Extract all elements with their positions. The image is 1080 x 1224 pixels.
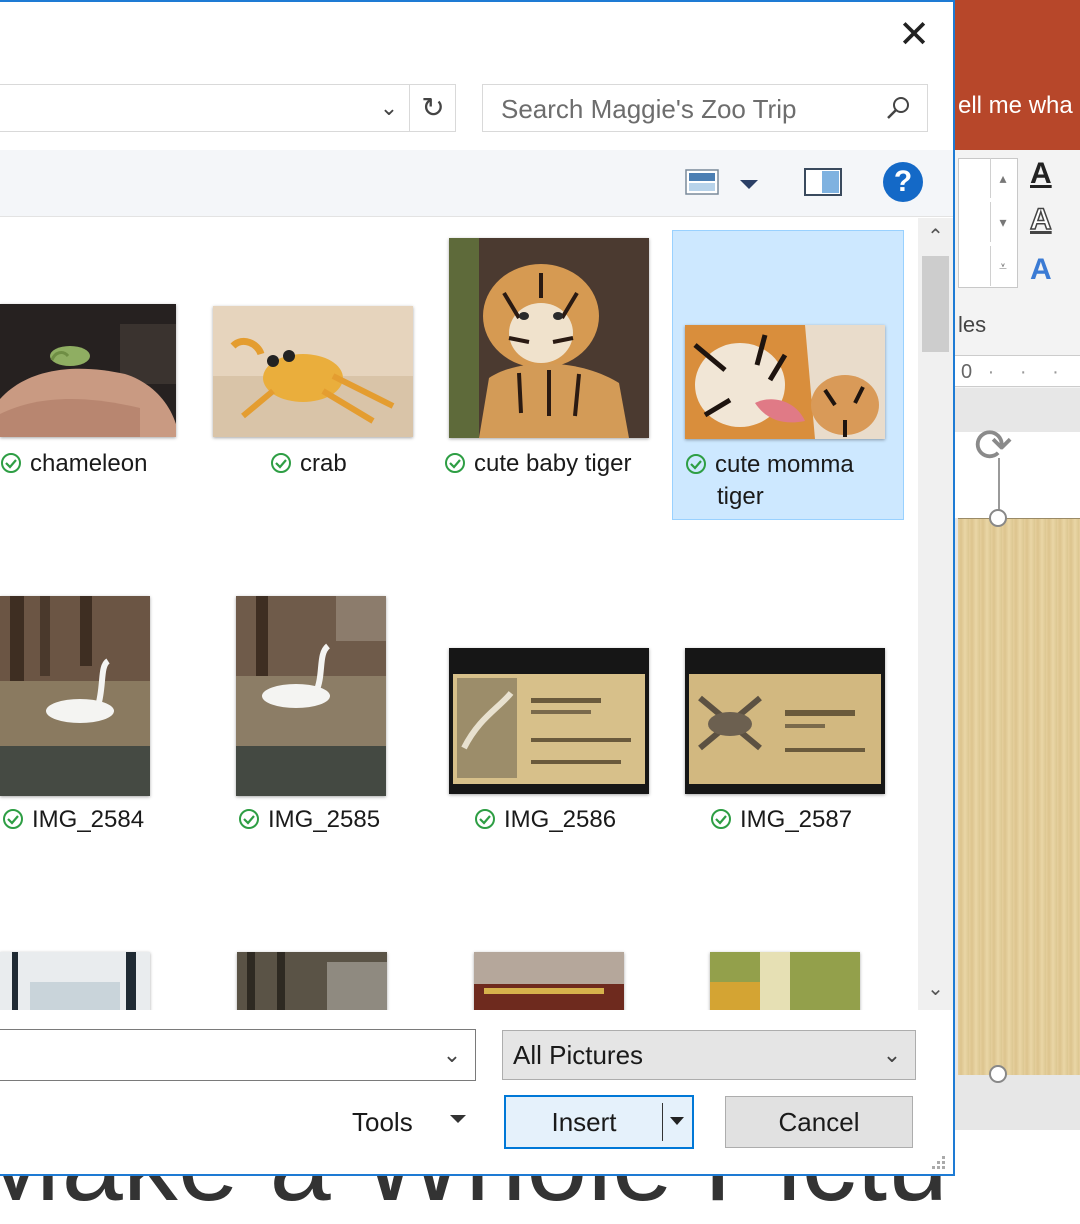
gallery-more-icon[interactable]: ⩡ <box>990 246 1015 286</box>
thumbnail-crab <box>213 306 413 437</box>
thumbnail-partial-4[interactable] <box>710 952 860 1010</box>
insert-button[interactable]: Insert <box>506 1097 662 1147</box>
view-options-dropdown-icon[interactable] <box>736 174 762 194</box>
text-outline-icon[interactable]: A <box>1029 200 1080 240</box>
file-name-line1: cute momma <box>715 451 854 478</box>
thumbnail-img-2584 <box>0 596 150 796</box>
file-type-select[interactable]: All Pictures ⌄ <box>502 1030 916 1080</box>
sync-available-icon <box>3 809 23 829</box>
file-type-selected-value: All Pictures <box>513 1040 644 1070</box>
file-tile-img-2586[interactable]: IMG_2586 <box>440 588 658 848</box>
file-tile-cute-momma-tiger[interactable]: cute momma tiger <box>672 230 904 520</box>
file-name-line2: tiger <box>717 483 764 510</box>
file-tile-img-2585[interactable]: IMG_2585 <box>228 588 428 848</box>
file-label: IMG_2586 <box>474 806 616 834</box>
chevron-down-icon: ⌄ <box>882 1042 902 1067</box>
resize-grip-icon[interactable] <box>928 1152 948 1172</box>
thumbnail-partial-1[interactable] <box>0 952 150 1010</box>
powerpoint-title-bar <box>955 0 1080 150</box>
search-icon[interactable] <box>883 93 913 123</box>
file-name: IMG_2585 <box>268 806 381 833</box>
close-button[interactable]: ✕ <box>893 14 935 56</box>
file-tile-chameleon[interactable]: chameleon <box>0 218 190 518</box>
text-fill-icon[interactable]: A <box>1030 154 1080 194</box>
tell-me-search-text[interactable]: ell me wha <box>958 92 1080 120</box>
file-name: IMG_2584 <box>32 806 145 833</box>
file-label: IMG_2587 <box>710 806 852 834</box>
sync-available-icon <box>686 454 706 474</box>
tools-menu-button[interactable]: Tools <box>342 1097 482 1147</box>
refresh-button[interactable]: ↻ <box>409 85 456 131</box>
change-view-icon[interactable] <box>684 166 722 198</box>
address-bar[interactable]: ⌄ ↻ <box>0 84 456 132</box>
file-tile-img-2584[interactable]: IMG_2584 <box>0 588 190 848</box>
rotate-handle-icon[interactable]: ⟳ <box>974 420 1024 470</box>
sync-available-icon <box>475 809 495 829</box>
thumbnail-chameleon <box>0 304 176 437</box>
file-label: IMG_2584 <box>2 806 144 834</box>
file-name: chameleon <box>30 450 148 477</box>
file-label: chameleon <box>0 450 147 478</box>
file-label: cute baby tiger <box>444 450 631 478</box>
file-label: cute momma <box>685 451 854 479</box>
file-tile-crab[interactable]: crab <box>212 218 414 518</box>
sync-available-icon <box>271 453 291 473</box>
sync-available-icon <box>239 809 259 829</box>
file-label: crab <box>270 450 347 478</box>
text-effects-icon[interactable]: A <box>1030 250 1080 290</box>
wordart-styles-group-label: les <box>958 312 987 337</box>
scrollbar-thumb[interactable] <box>922 256 949 352</box>
thumbnail-cute-baby-tiger <box>449 238 649 438</box>
file-label: IMG_2585 <box>238 806 380 834</box>
gallery-scroll-up-icon[interactable]: ▴ <box>990 158 1015 198</box>
sync-available-icon <box>1 453 21 473</box>
sync-available-icon <box>711 809 731 829</box>
file-name-history-chevron-icon[interactable]: ⌄ <box>437 1030 467 1080</box>
file-name: IMG_2586 <box>504 806 617 833</box>
file-tile-img-2587[interactable]: IMG_2587 <box>672 588 904 848</box>
file-name: IMG_2587 <box>740 806 853 833</box>
picture-resize-handle-bottom[interactable] <box>989 1065 1007 1083</box>
gallery-scroll-down-icon[interactable]: ▾ <box>990 202 1015 242</box>
ruler-zero-label: 0 <box>961 361 973 383</box>
file-list[interactable]: chameleon crab cute baby tiger cute momm… <box>0 218 918 1010</box>
address-history-dropdown-icon[interactable]: ⌄ <box>369 85 409 131</box>
search-input[interactable] <box>483 85 883 133</box>
thumbnail-img-2585 <box>236 596 386 796</box>
scroll-down-icon[interactable]: ⌄ <box>918 974 953 1004</box>
tools-dropdown-icon <box>450 1115 466 1123</box>
file-name: crab <box>300 450 347 477</box>
insert-options-dropdown-icon[interactable] <box>670 1117 684 1125</box>
sync-available-icon <box>445 453 465 473</box>
file-name-input[interactable]: ⌄ <box>0 1029 476 1081</box>
split-divider <box>662 1103 663 1141</box>
tools-label: Tools <box>352 1107 413 1137</box>
thumbnail-img-2586 <box>449 648 649 794</box>
scroll-up-icon[interactable]: ⌃ <box>918 222 953 252</box>
thumbnail-img-2587 <box>685 648 885 794</box>
slide-picture-papyrus[interactable] <box>958 518 1080 1075</box>
insert-split-button[interactable]: Insert <box>504 1095 694 1149</box>
file-tile-cute-baby-tiger[interactable]: cute baby tiger <box>440 218 658 518</box>
picture-resize-handle-top[interactable] <box>989 509 1007 527</box>
preview-pane-icon[interactable] <box>802 164 844 200</box>
vertical-scrollbar[interactable]: ⌃ ⌄ <box>918 218 953 1010</box>
horizontal-ruler: 0 · · · · <box>955 355 1080 415</box>
thumbnail-cute-momma-tiger <box>685 325 885 439</box>
thumbnail-partial-3[interactable] <box>474 952 624 1010</box>
cancel-button[interactable]: Cancel <box>725 1096 913 1148</box>
help-button[interactable]: ? <box>883 162 923 202</box>
thumbnail-partial-2[interactable] <box>237 952 387 1010</box>
file-name: cute baby tiger <box>474 450 632 477</box>
insert-picture-dialog: ✕ ⌄ ↻ ? <box>0 0 955 1176</box>
search-box[interactable] <box>482 84 928 133</box>
